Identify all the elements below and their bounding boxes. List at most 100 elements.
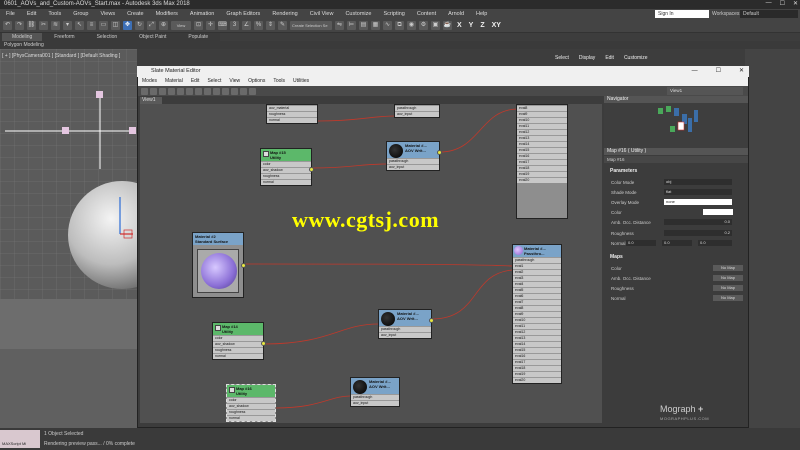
close-icon[interactable]: ✕ xyxy=(739,66,744,77)
node-top-aov[interactable]: passthrough aov_input xyxy=(394,104,440,118)
slot[interactable]: normal xyxy=(261,179,311,185)
nav-icon[interactable] xyxy=(249,87,256,95)
selection-set-dropdown[interactable]: Create Selection Se xyxy=(290,21,332,30)
slot[interactable]: normal xyxy=(227,415,275,421)
select-icon[interactable]: ↖ xyxy=(75,21,84,30)
output-port[interactable] xyxy=(437,150,442,155)
bind-icon[interactable]: ≋ xyxy=(51,21,60,30)
ao-field[interactable]: 0.0 xyxy=(664,219,732,225)
sme-menu-utilities[interactable]: Utilities xyxy=(289,77,313,86)
pick-icon[interactable] xyxy=(141,87,148,95)
window-cross-icon[interactable]: ◫ xyxy=(111,21,120,30)
view-dropdown[interactable]: View xyxy=(171,21,191,30)
maximize-icon[interactable]: ☐ xyxy=(780,0,785,9)
angle-snap-icon[interactable]: ∠ xyxy=(242,21,251,30)
menu-group[interactable]: Group xyxy=(67,9,94,19)
tab-display[interactable]: Display xyxy=(579,55,595,61)
camera-viewport[interactable] xyxy=(0,49,137,429)
render-frame-icon[interactable]: ▣ xyxy=(431,21,440,30)
render-icon[interactable]: ☕ xyxy=(443,21,452,30)
slot[interactable]: aov_input xyxy=(387,164,439,170)
link-icon[interactable]: ⛓ xyxy=(27,21,36,30)
polygon-modeling-label[interactable]: Polygon Modeling xyxy=(0,41,800,49)
pivot-icon[interactable]: ⊡ xyxy=(194,21,203,30)
sme-menu-select[interactable]: Select xyxy=(203,77,225,86)
menu-modifiers[interactable]: Modifiers xyxy=(150,9,184,19)
overlay-mode-select[interactable]: none xyxy=(664,199,732,205)
menu-help[interactable]: Help xyxy=(470,9,493,19)
select-name-icon[interactable]: ≡ xyxy=(87,21,96,30)
rect-select-icon[interactable]: ▭ xyxy=(99,21,108,30)
output-port[interactable] xyxy=(241,263,246,268)
normal-x-field[interactable]: 0.0 xyxy=(626,240,656,246)
curve-editor-icon[interactable]: ∿ xyxy=(383,21,392,30)
menu-graph-editors[interactable]: Graph Editors xyxy=(220,9,266,19)
minimize-icon[interactable]: — xyxy=(766,0,772,9)
tab-freeform[interactable]: Freeform xyxy=(44,33,84,41)
parameters-section[interactable]: Parameters xyxy=(606,168,746,175)
map-normal-button[interactable]: No Map xyxy=(713,295,743,301)
menu-arnold[interactable]: Arnold xyxy=(442,9,470,19)
keyboard-icon[interactable]: ⌨ xyxy=(218,21,227,30)
map-ao-button[interactable]: No Map xyxy=(713,275,743,281)
rotate-icon[interactable]: ↻ xyxy=(135,21,144,30)
menu-file[interactable]: File xyxy=(0,9,21,19)
menu-edit[interactable]: Edit xyxy=(21,9,42,19)
color-mode-select[interactable]: obj xyxy=(664,179,732,185)
layout-children-icon[interactable] xyxy=(222,87,229,95)
color-swatch[interactable] xyxy=(703,209,733,215)
output-port[interactable] xyxy=(429,318,434,323)
normal-z-field[interactable]: 0.0 xyxy=(698,240,732,246)
tab-select[interactable]: Select xyxy=(555,55,569,61)
layers-icon[interactable]: ▤ xyxy=(359,21,368,30)
maps-section[interactable]: Maps xyxy=(606,254,746,261)
show-map-icon[interactable] xyxy=(195,87,202,95)
node-aov-writer-2[interactable]: Material #... AOV Writ... passthrough aov… xyxy=(378,309,434,339)
slot[interactable]: eval20 xyxy=(517,177,567,183)
place-icon[interactable]: ⊕ xyxy=(159,21,168,30)
tab-object-paint[interactable]: Object Paint xyxy=(129,33,176,41)
sme-menu-view[interactable]: View xyxy=(225,77,244,86)
minimize-icon[interactable]: — xyxy=(692,66,698,77)
move-icon[interactable]: ✥ xyxy=(123,21,132,30)
slot[interactable]: aov_input xyxy=(379,332,431,338)
roughness-field[interactable]: 0.2 xyxy=(664,230,732,236)
show-bg-icon[interactable] xyxy=(204,87,211,95)
assign-icon[interactable] xyxy=(159,87,166,95)
browser-icon[interactable] xyxy=(231,87,238,95)
spinner-snap-icon[interactable]: ⇕ xyxy=(266,21,275,30)
node-aov-writer-1[interactable]: Material #... AOV Writ... passthrough aov… xyxy=(386,141,442,171)
properties-subtitle[interactable]: Map #16 xyxy=(604,156,748,163)
node-map15[interactable]: Map #15 Utility color aov_shadow roughnes… xyxy=(260,148,314,186)
navigator-panel[interactable] xyxy=(604,96,748,148)
node-eval-column[interactable]: eval8 eval9 eval10 eval11 eval12 eval13 … xyxy=(516,104,568,219)
ribbon-icon[interactable]: ▦ xyxy=(371,21,380,30)
normal-y-field[interactable]: 0.0 xyxy=(662,240,692,246)
tab-populate[interactable]: Populate xyxy=(178,33,218,41)
select-manip-icon[interactable]: ✛ xyxy=(206,21,215,30)
sme-menu-material[interactable]: Material xyxy=(161,77,187,86)
map-color-button[interactable]: No Map xyxy=(713,265,743,271)
slot[interactable]: aov_input xyxy=(351,400,399,406)
tab-edit[interactable]: Edit xyxy=(605,55,614,61)
workspace-select[interactable]: Default xyxy=(740,10,798,18)
node-graph[interactable]: aov_material roughness normal passthroug… xyxy=(140,104,602,423)
tab-modeling[interactable]: Modeling xyxy=(2,33,43,41)
tab-selection[interactable]: Selection xyxy=(87,33,128,41)
tab-customize[interactable]: Customize xyxy=(624,55,648,61)
output-port[interactable] xyxy=(261,341,266,346)
sme-menu-tools[interactable]: Tools xyxy=(269,77,289,86)
mirror-icon[interactable]: ⇋ xyxy=(335,21,344,30)
axis-y[interactable]: Y xyxy=(467,21,476,30)
axis-z[interactable]: Z xyxy=(478,21,486,30)
snap-icon[interactable]: 3 xyxy=(230,21,239,30)
shade-mode-select[interactable]: flat xyxy=(664,189,732,195)
close-icon[interactable]: ✕ xyxy=(793,0,798,9)
menu-tools[interactable]: Tools xyxy=(42,9,67,19)
scale-icon[interactable]: ⤢ xyxy=(147,21,156,30)
schematic-icon[interactable]: ⧉ xyxy=(395,21,404,30)
select-tool-icon[interactable] xyxy=(150,87,157,95)
redo-icon[interactable]: ↷ xyxy=(15,21,24,30)
sme-menu-modes[interactable]: Modes xyxy=(138,77,161,86)
menu-rendering[interactable]: Rendering xyxy=(266,9,303,19)
